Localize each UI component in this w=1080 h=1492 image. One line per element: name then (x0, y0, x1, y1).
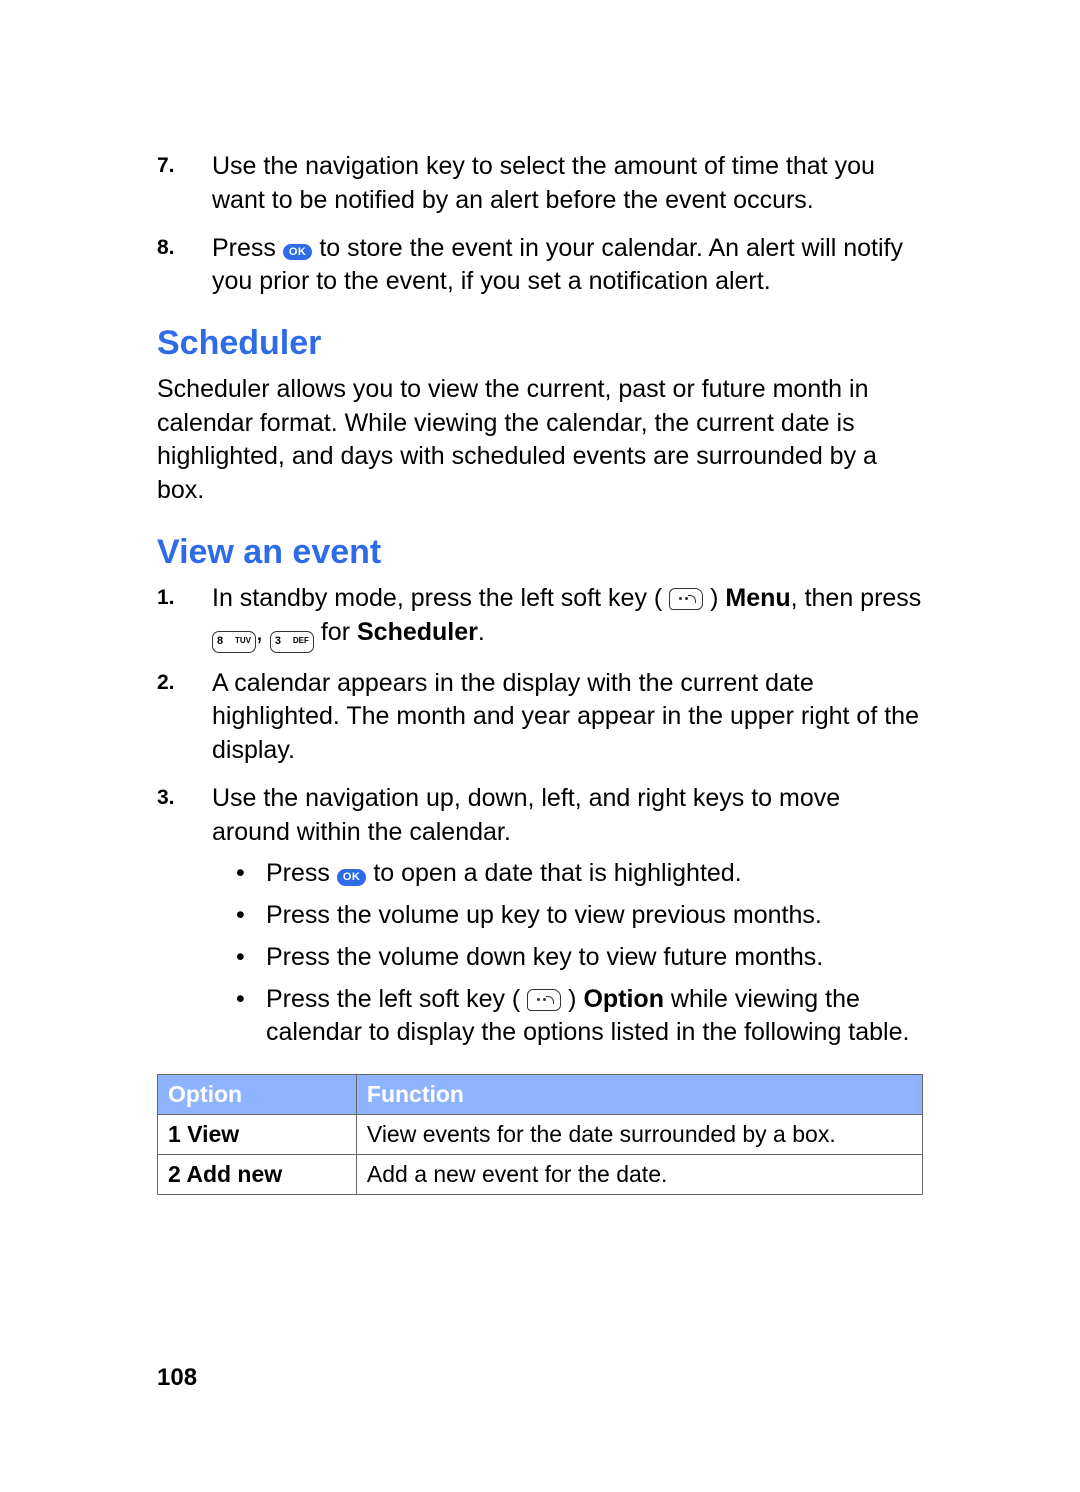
text: In standby mode, press the left soft key… (212, 584, 669, 612)
cell-option: 2 Add new (158, 1155, 357, 1195)
ok-icon: OK (337, 869, 367, 886)
continuing-steps: 7. Use the navigation key to select the … (157, 150, 923, 299)
cell-function: View events for the date surrounded by a… (356, 1115, 922, 1155)
view-event-steps: 1. In standby mode, press the left soft … (157, 582, 923, 1058)
col-function: Function (356, 1075, 922, 1115)
list-item: • Press the left soft key ( ) Option whi… (236, 983, 923, 1051)
sub-bullets: • Press OK to open a date that is highli… (236, 857, 923, 1050)
step-body: Use the navigation up, down, left, and r… (212, 782, 923, 1058)
step-7: 7. Use the navigation key to select the … (157, 150, 923, 218)
text: . (478, 618, 485, 646)
text: Use the navigation up, down, left, and r… (212, 784, 840, 846)
sup: DEF (293, 634, 309, 648)
menu-bold: Menu (725, 584, 790, 612)
bullet-icon: • (236, 983, 266, 1051)
table-row: 2 Add new Add a new event for the date. (158, 1155, 923, 1195)
text-pre: Press (212, 234, 283, 262)
key-8-icon: 8 TUV (212, 631, 256, 653)
text: to open a date that is highlighted. (373, 859, 741, 887)
step-num: 1. (157, 582, 212, 653)
options-table: Option Function 1 View View events for t… (157, 1074, 923, 1195)
text: Press the left soft key ( (266, 985, 527, 1013)
list-item: • Press the volume down key to view futu… (236, 941, 923, 975)
softkey-icon (527, 989, 561, 1011)
scheduler-intro: Scheduler allows you to view the current… (157, 373, 923, 508)
cell-function: Add a new event for the date. (356, 1155, 922, 1195)
option-bold: Option (583, 985, 664, 1013)
text: , then press (791, 584, 922, 612)
text: , (256, 618, 270, 646)
text: Press (266, 859, 337, 887)
paren-close: ) (561, 985, 583, 1013)
list-text: Press the left soft key ( ) Option while… (266, 983, 923, 1051)
step-body: Press OK to store the event in your cale… (212, 232, 923, 300)
step-num: 3. (157, 782, 212, 1058)
bullet-icon: • (236, 899, 266, 933)
list-text: Press OK to open a date that is highligh… (266, 857, 923, 891)
scheduler-bold: Scheduler (357, 618, 478, 646)
ve-step-1: 1. In standby mode, press the left soft … (157, 582, 923, 653)
step-body: In standby mode, press the left soft key… (212, 582, 923, 653)
step-num: 2. (157, 667, 212, 768)
softkey-icon (669, 588, 703, 610)
digit: 8 (217, 635, 223, 647)
table-header-row: Option Function (158, 1075, 923, 1115)
ok-icon: OK (283, 244, 313, 261)
digit: 3 (275, 635, 281, 647)
step-num: 8. (157, 232, 212, 300)
text-post: to store the event in your calendar. An … (212, 234, 903, 296)
list-text: Press the volume down key to view future… (266, 941, 923, 975)
step-8: 8. Press OK to store the event in your c… (157, 232, 923, 300)
list-text: Press the volume up key to view previous… (266, 899, 923, 933)
table-row: 1 View View events for the date surround… (158, 1115, 923, 1155)
ve-step-3: 3. Use the navigation up, down, left, an… (157, 782, 923, 1058)
col-option: Option (158, 1075, 357, 1115)
step-body: Use the navigation key to select the amo… (212, 150, 923, 218)
list-item: • Press the volume up key to view previo… (236, 899, 923, 933)
step-body: A calendar appears in the display with t… (212, 667, 923, 768)
scheduler-heading: Scheduler (157, 321, 923, 367)
bullet-icon: • (236, 857, 266, 891)
text: for (314, 618, 357, 646)
bullet-icon: • (236, 941, 266, 975)
sup: TUV (235, 634, 251, 648)
view-event-heading: View an event (157, 530, 923, 576)
page-number: 108 (157, 1362, 197, 1394)
cell-option: 1 View (158, 1115, 357, 1155)
ve-step-2: 2. A calendar appears in the display wit… (157, 667, 923, 768)
key-3-icon: 3 DEF (270, 631, 314, 653)
step-num: 7. (157, 150, 212, 218)
list-item: • Press OK to open a date that is highli… (236, 857, 923, 891)
paren-close: ) (703, 584, 725, 612)
